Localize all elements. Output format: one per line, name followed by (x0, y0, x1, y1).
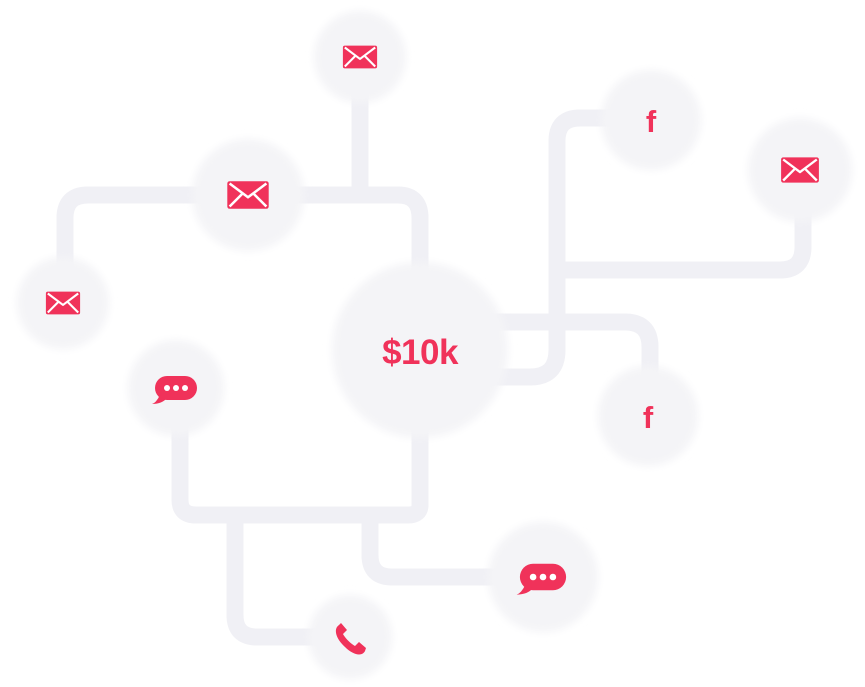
email-node-top[interactable] (314, 11, 406, 103)
email-node-upper-left[interactable] (192, 139, 304, 251)
phone-node-bottom[interactable] (308, 595, 392, 679)
email-node-right[interactable] (748, 118, 852, 222)
facebook-node-right-lower[interactable]: f (598, 366, 698, 466)
chat-node-left[interactable] (128, 340, 224, 436)
facebook-node-top-right[interactable]: f (601, 70, 701, 170)
envelope-icon (341, 44, 379, 70)
center-node[interactable]: $10k (332, 262, 508, 438)
envelope-icon (44, 290, 82, 316)
facebook-icon: f (643, 400, 654, 435)
envelope-icon (226, 179, 270, 211)
center-value: $10k (382, 333, 459, 372)
email-node-left[interactable] (17, 257, 109, 349)
chat-node-bottom-right[interactable] (488, 522, 598, 632)
facebook-icon: f (646, 104, 657, 139)
envelope-icon (779, 156, 821, 184)
network-diagram: $10k f f (17, 11, 852, 679)
